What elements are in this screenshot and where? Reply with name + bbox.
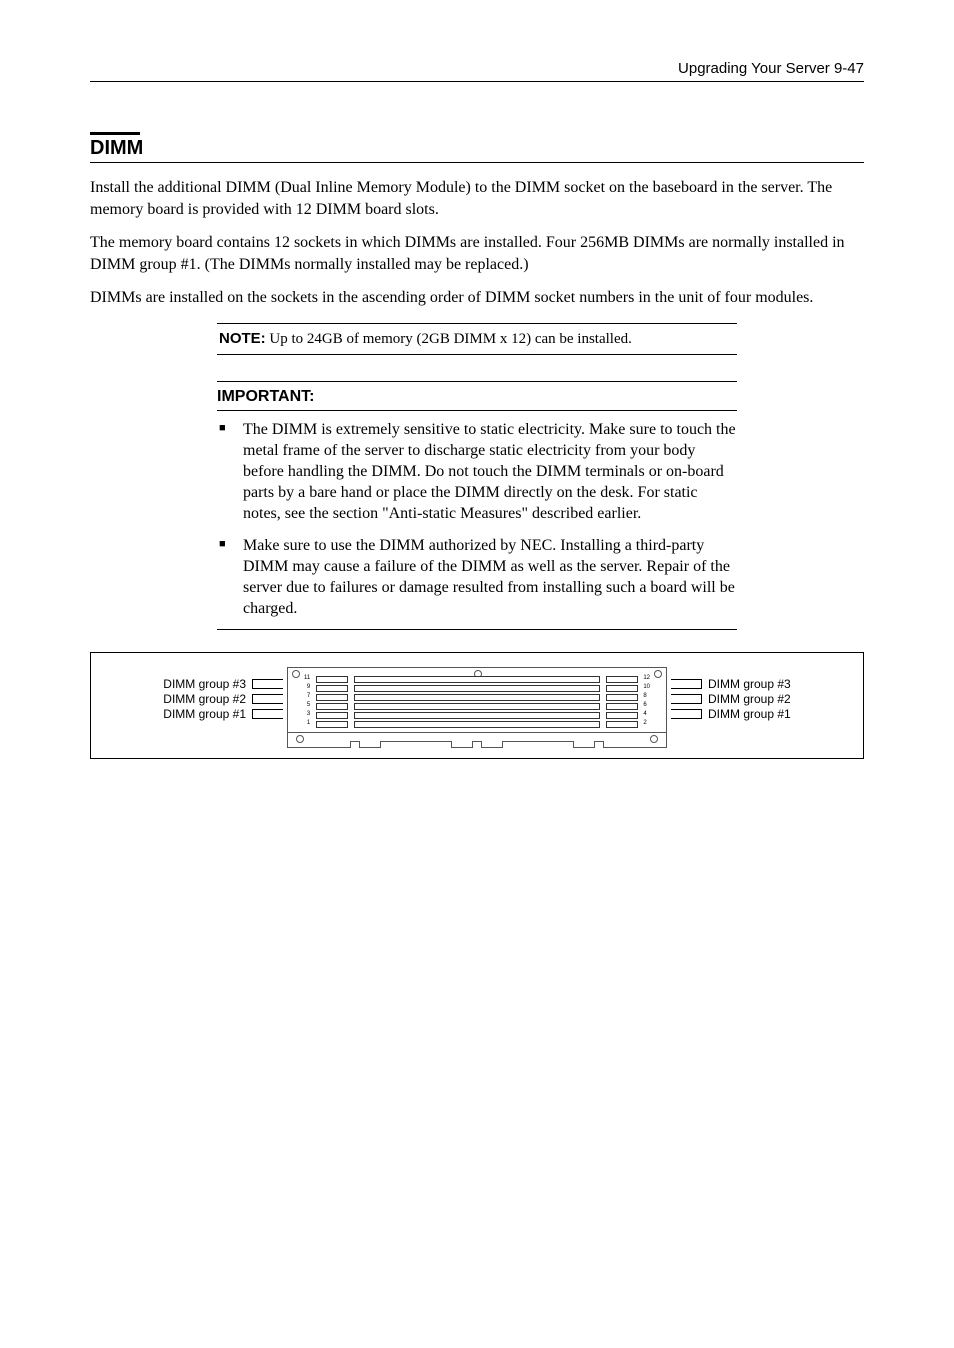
section-title: DIMM bbox=[90, 137, 143, 159]
important-item: Make sure to use the DIMM authorized by … bbox=[217, 535, 737, 619]
slot-num: 10 bbox=[643, 683, 650, 692]
slot-num: 7 bbox=[304, 692, 310, 701]
important-title: IMPORTANT: bbox=[217, 382, 737, 410]
dimm-group-label: DIMM group #2 bbox=[163, 692, 246, 706]
header-divider bbox=[90, 81, 864, 82]
body-paragraph: DIMMs are installed on the sockets in th… bbox=[90, 287, 864, 309]
edge-connector bbox=[594, 741, 604, 748]
slot-num: 5 bbox=[304, 701, 310, 710]
note-text: Up to 24GB of memory (2GB DIMM x 12) can… bbox=[266, 331, 632, 347]
left-labels: DIMM group #3 DIMM group #2 DIMM group #… bbox=[163, 667, 283, 721]
important-item: The DIMM is extremely sensitive to stati… bbox=[217, 419, 737, 525]
slot-num: 1 bbox=[304, 719, 310, 728]
screw-icon bbox=[296, 735, 304, 743]
lead-line bbox=[252, 679, 283, 689]
screw-icon bbox=[650, 735, 658, 743]
dimm-group-label: DIMM group #1 bbox=[163, 707, 246, 721]
slot-num: 2 bbox=[643, 719, 650, 728]
slot-num: 9 bbox=[304, 683, 310, 692]
important-block: IMPORTANT: The DIMM is extremely sensiti… bbox=[217, 381, 737, 630]
slot-num: 4 bbox=[643, 710, 650, 719]
right-labels: DIMM group #3 DIMM group #2 DIMM group #… bbox=[671, 667, 791, 721]
slot-num: 6 bbox=[643, 701, 650, 710]
edge-connector bbox=[350, 741, 360, 748]
lead-line bbox=[252, 694, 283, 704]
slot-num: 8 bbox=[643, 692, 650, 701]
edge-connector bbox=[472, 741, 482, 748]
lead-line bbox=[671, 709, 702, 719]
slot-numbers-left: 11 9 7 5 3 1 bbox=[304, 674, 310, 728]
section-accent-rule bbox=[90, 132, 140, 135]
screw-icon bbox=[292, 670, 300, 678]
edge-connector bbox=[380, 741, 452, 748]
lead-line bbox=[671, 694, 702, 704]
dimm-diagram: DIMM group #3 DIMM group #2 DIMM group #… bbox=[90, 652, 864, 759]
screw-icon bbox=[654, 670, 662, 678]
dimm-group-label: DIMM group #2 bbox=[708, 692, 791, 706]
lead-line bbox=[252, 709, 283, 719]
dimm-group-label: DIMM group #1 bbox=[708, 707, 791, 721]
page-header: Upgrading Your Server 9-47 bbox=[90, 60, 864, 77]
slot-num: 12 bbox=[643, 674, 650, 683]
edge-connector bbox=[502, 741, 574, 748]
slot-numbers-right: 12 10 8 6 4 2 bbox=[643, 674, 650, 728]
body-paragraph: The memory board contains 12 sockets in … bbox=[90, 232, 864, 275]
slot-num: 3 bbox=[304, 710, 310, 719]
note-bottom-rule bbox=[217, 354, 737, 355]
important-bottom-rule bbox=[217, 629, 737, 630]
dimm-group-label: DIMM group #3 bbox=[708, 677, 791, 691]
important-mid-rule bbox=[217, 410, 737, 411]
note-block: NOTE: Up to 24GB of memory (2GB DIMM x 1… bbox=[217, 323, 737, 355]
body-paragraph: Install the additional DIMM (Dual Inline… bbox=[90, 177, 864, 220]
lead-line bbox=[671, 679, 702, 689]
note-label: NOTE: bbox=[219, 330, 266, 347]
slot-num: 11 bbox=[304, 674, 310, 683]
dimm-group-label: DIMM group #3 bbox=[163, 677, 246, 691]
memory-board: 11 9 7 5 3 1 12 10 8 6 4 2 bbox=[287, 667, 667, 748]
